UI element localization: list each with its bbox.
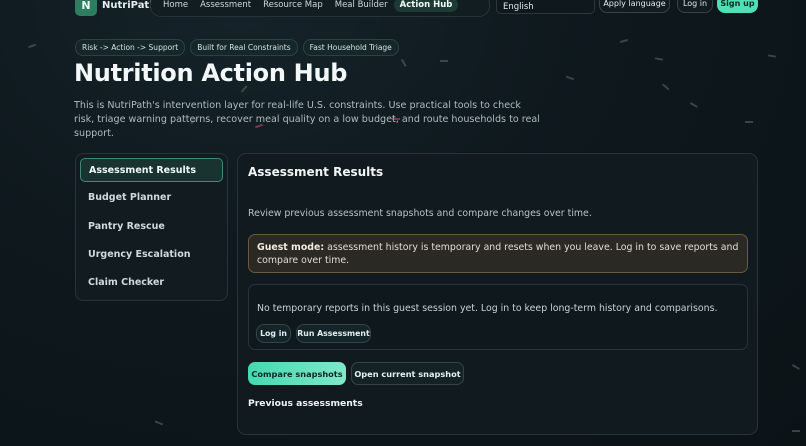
guest-mode-notice: Guest mode: assessment history is tempor…: [248, 234, 748, 273]
assessment-results-panel: Assessment Results Review previous asses…: [237, 153, 758, 435]
previous-assessments-heading: Previous assessments: [248, 398, 363, 409]
panel-description: Review previous assessment snapshots and…: [248, 208, 592, 219]
hero-chips: Risk -> Action -> Support Built for Real…: [75, 39, 399, 56]
panel-title: Assessment Results: [248, 165, 384, 179]
sidebar-item-claim-checker[interactable]: Claim Checker: [80, 271, 223, 295]
signup-button[interactable]: Sign up: [717, 0, 758, 13]
top-navigation-bar: N NutriPath Home Assessment Resource Map…: [0, 0, 806, 20]
language-select[interactable]: English: [496, 0, 595, 14]
reports-empty-text: No temporary reports in this guest sessi…: [257, 303, 718, 314]
reports-empty-state: No temporary reports in this guest sessi…: [248, 284, 748, 350]
logo-icon[interactable]: N: [75, 0, 97, 16]
nav-item-assessment[interactable]: Assessment: [194, 0, 257, 12]
sidebar-item-budget-planner[interactable]: Budget Planner: [80, 186, 223, 210]
chip-risk-action-support: Risk -> Action -> Support: [75, 39, 186, 56]
main-nav: Home Assessment Resource Map Meal Builde…: [150, 0, 490, 17]
sidebar-item-assessment-results[interactable]: Assessment Results: [80, 158, 223, 182]
nav-item-resource-map[interactable]: Resource Map: [257, 0, 329, 12]
open-current-snapshot-button[interactable]: Open current snapshot: [351, 362, 464, 385]
brand-name[interactable]: NutriPath: [102, 0, 156, 11]
nav-item-home[interactable]: Home: [157, 0, 194, 12]
page-title: Nutrition Action Hub: [74, 59, 348, 87]
page-description: This is NutriPath's intervention layer f…: [74, 100, 540, 139]
apply-language-button[interactable]: Apply language: [599, 0, 670, 13]
chip-fast-household-triage: Fast Household Triage: [302, 39, 399, 56]
run-assessment-button[interactable]: Run Assessment: [296, 324, 371, 343]
guest-mode-text: assessment history is temporary and rese…: [257, 242, 739, 266]
chip-built-for-real-constraints: Built for Real Constraints: [190, 39, 298, 56]
tools-sidebar: Assessment Results Budget Planner Pantry…: [75, 153, 228, 301]
sidebar-item-urgency-escalation[interactable]: Urgency Escalation: [80, 243, 223, 267]
nav-item-action-hub[interactable]: Action Hub: [393, 0, 459, 12]
sidebar-item-pantry-rescue[interactable]: Pantry Rescue: [80, 215, 223, 239]
login-button[interactable]: Log in: [677, 0, 713, 13]
reports-login-button[interactable]: Log in: [256, 324, 291, 343]
guest-mode-label: Guest mode:: [257, 242, 325, 253]
nav-item-meal-builder[interactable]: Meal Builder: [329, 0, 394, 12]
compare-snapshots-button[interactable]: Compare snapshots: [248, 362, 346, 385]
